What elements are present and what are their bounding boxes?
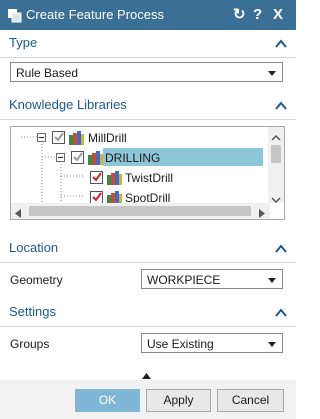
location-section-title: Location — [9, 240, 59, 255]
type-dropdown-value: Rule Based — [16, 66, 79, 80]
tree-vertical-scrollbar[interactable] — [268, 127, 284, 204]
chevron-down-icon — [268, 278, 276, 283]
groups-dropdown[interactable]: Use Existing — [141, 333, 283, 353]
library-icon — [88, 150, 104, 168]
tree-node-label: TwistDrill — [125, 171, 173, 185]
collapse-chevron-icon[interactable] — [275, 99, 287, 113]
title-bar: Create Feature Process ↻ ? X — [0, 0, 296, 30]
app-icon — [7, 7, 23, 23]
type-section-title: Type — [9, 35, 38, 50]
collapse-node-icon[interactable] — [56, 153, 65, 162]
type-dropdown[interactable]: Rule Based — [10, 62, 283, 82]
window-title: Create Feature Process — [26, 7, 165, 22]
tree-node-milldrill[interactable]: MillDrill — [11, 128, 269, 146]
groups-label: Groups — [10, 337, 50, 351]
settings-section-header[interactable]: Settings — [0, 300, 296, 327]
tree-node-label: MillDrill — [88, 131, 127, 145]
tree-node-drilling[interactable]: DRILLING — [11, 148, 269, 166]
knowledge-section-title: Knowledge Libraries — [9, 97, 127, 112]
knowledge-library-tree[interactable]: MillDrill DRILLING TwistDrill SpotDrill — [10, 126, 285, 220]
collapse-chevron-icon[interactable] — [275, 37, 287, 51]
apply-button[interactable]: Apply — [146, 389, 211, 412]
chevron-down-icon — [268, 342, 276, 347]
cancel-button[interactable]: Cancel — [217, 389, 284, 412]
help-icon[interactable]: ? — [253, 5, 262, 25]
close-icon[interactable]: X — [273, 5, 283, 25]
ok-button[interactable]: OK — [75, 389, 140, 412]
scroll-right-icon[interactable] — [259, 207, 266, 219]
tree-horizontal-scrollbar[interactable] — [11, 203, 270, 219]
geometry-dropdown[interactable]: WORKPIECE — [141, 269, 283, 289]
milldrill-checkbox[interactable] — [52, 131, 65, 144]
groups-dropdown-value: Use Existing — [147, 337, 214, 351]
chevron-down-icon — [268, 71, 276, 76]
knowledge-section-header[interactable]: Knowledge Libraries — [0, 93, 296, 120]
geometry-dropdown-value: WORKPIECE — [147, 273, 221, 287]
collapse-node-icon[interactable] — [37, 133, 46, 142]
tree-node-label: DRILLING — [105, 151, 161, 165]
tree-node-twistdrill[interactable]: TwistDrill — [11, 168, 269, 186]
collapse-chevron-icon[interactable] — [275, 306, 287, 320]
scroll-thumb[interactable] — [271, 145, 281, 163]
location-section-header[interactable]: Location — [0, 236, 296, 263]
scroll-down-icon[interactable] — [271, 193, 281, 207]
twistdrill-checkbox[interactable] — [90, 171, 103, 184]
library-icon — [107, 170, 123, 188]
scroll-up-icon[interactable] — [271, 130, 281, 144]
settings-section-title: Settings — [9, 304, 56, 319]
type-section-header[interactable]: Type — [0, 31, 296, 58]
scroll-thumb[interactable] — [29, 206, 251, 216]
refresh-icon[interactable]: ↻ — [233, 5, 246, 25]
scroll-left-icon[interactable] — [15, 207, 22, 219]
drilling-checkbox[interactable] — [71, 151, 84, 164]
library-icon — [69, 130, 85, 148]
geometry-label: Geometry — [10, 273, 63, 287]
collapse-chevron-icon[interactable] — [275, 242, 287, 256]
